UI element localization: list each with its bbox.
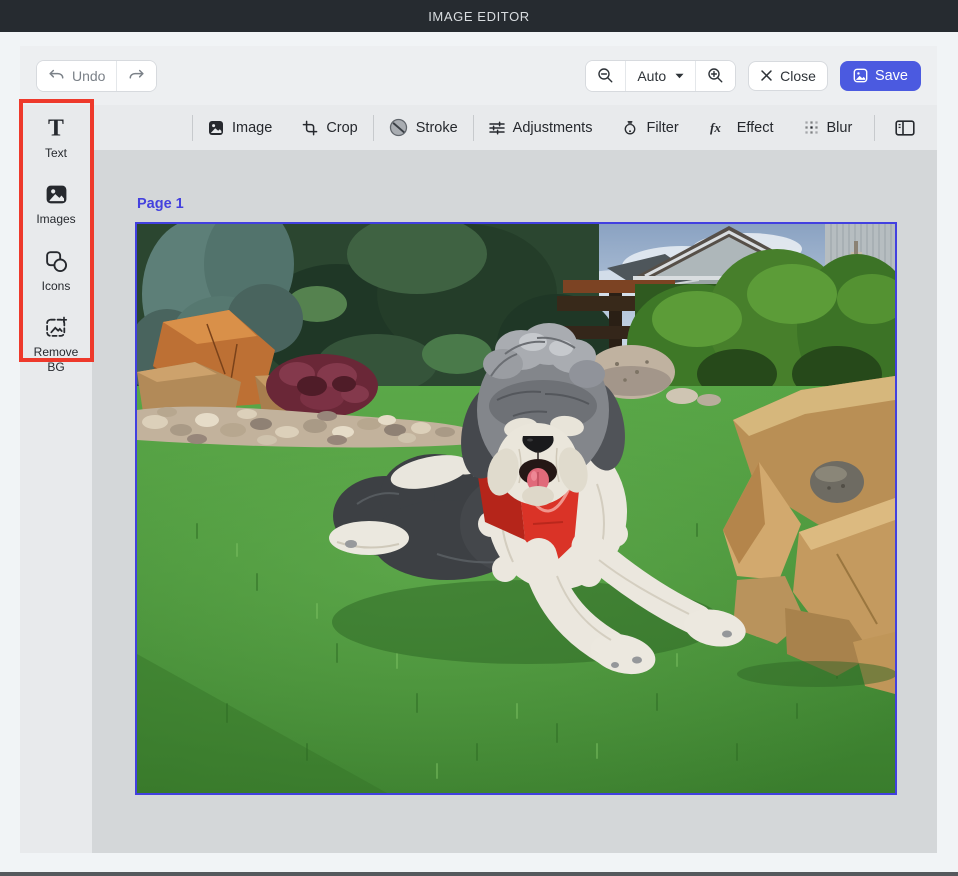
tool-crop-label: Crop [326, 120, 357, 136]
close-label: Close [780, 68, 816, 84]
icons-shapes-icon [44, 249, 69, 274]
edit-toolbar: Undo Auto [20, 46, 937, 105]
svg-text:fx: fx [710, 120, 721, 135]
close-button[interactable]: Close [748, 61, 828, 91]
zoom-group: Auto [585, 60, 736, 92]
toolbar-right-controls: Auto Close [585, 60, 921, 92]
tool-adjustments-label: Adjustments [513, 120, 593, 136]
blur-dots-icon [804, 120, 819, 135]
chevron-down-icon [675, 73, 684, 79]
image-icon [208, 120, 224, 136]
save-label: Save [875, 68, 908, 84]
zoom-out-icon [597, 67, 614, 84]
undo-redo-group: Undo [36, 60, 157, 92]
close-icon [760, 69, 773, 82]
save-image-icon [853, 68, 868, 83]
tool-blur[interactable]: Blur [789, 120, 868, 136]
selected-photo-frame[interactable] [135, 222, 897, 795]
remove-bg-icon [44, 315, 69, 340]
zoom-level-value: Auto [637, 68, 666, 84]
zoom-in-icon [707, 67, 724, 84]
images-icon [44, 182, 69, 207]
divider [874, 115, 875, 141]
image-editor-window: IMAGE EDITOR Undo [0, 0, 958, 876]
side-panel-icon [895, 120, 915, 136]
tool-image[interactable]: Image [193, 120, 287, 136]
undo-label: Undo [72, 68, 105, 84]
zoom-level-dropdown[interactable]: Auto [625, 61, 695, 91]
rail-label-text: Text [45, 146, 67, 160]
rail-item-remove-bg[interactable]: Remove BG [24, 315, 88, 374]
save-button[interactable]: Save [840, 61, 921, 91]
toggle-side-panel-button[interactable] [889, 116, 921, 140]
dog-photo[interactable] [137, 224, 895, 793]
rail-item-icons[interactable]: Icons [24, 249, 88, 293]
undo-icon [48, 69, 65, 82]
tool-filter[interactable]: Filter [607, 120, 693, 136]
rail-label-images: Images [36, 212, 75, 226]
crop-icon [302, 120, 318, 136]
svg-text:T: T [48, 116, 64, 141]
text-icon: T [43, 115, 69, 141]
tool-adjustments[interactable]: Adjustments [474, 120, 608, 136]
tool-stroke-label: Stroke [416, 120, 458, 136]
redo-button[interactable] [116, 61, 156, 91]
undo-button[interactable]: Undo [37, 61, 116, 91]
filter-flask-icon [622, 120, 638, 136]
page-label: Page 1 [137, 196, 184, 212]
tool-filter-label: Filter [646, 120, 678, 136]
titlebar: IMAGE EDITOR [0, 0, 958, 32]
tool-crop[interactable]: Crop [287, 120, 372, 136]
redo-icon [128, 69, 145, 82]
zoom-in-button[interactable] [695, 61, 735, 91]
rail-label-remove-bg: Remove BG [24, 345, 88, 374]
canvas-area: Page 1 [92, 150, 937, 853]
tool-rail: T Text Images Icons Remov [20, 105, 92, 853]
tool-image-label: Image [232, 120, 272, 136]
purple-shrub [266, 354, 378, 418]
adjustments-icon [489, 120, 505, 136]
tool-effect[interactable]: fx Effect [694, 120, 789, 136]
rail-item-images[interactable]: Images [24, 182, 88, 226]
window-bottom-edge [0, 872, 958, 876]
window-title: IMAGE EDITOR [428, 9, 530, 24]
rail-item-text[interactable]: T Text [24, 115, 88, 160]
tool-effect-label: Effect [737, 120, 774, 136]
effect-fx-icon: fx [709, 120, 729, 135]
tool-stroke[interactable]: Stroke [374, 118, 473, 137]
tool-blur-label: Blur [827, 120, 853, 136]
stroke-icon [389, 118, 408, 137]
zoom-out-button[interactable] [586, 61, 625, 91]
rail-label-icons: Icons [42, 279, 71, 293]
format-toolbar: Image Crop Stroke Adjustments [92, 105, 937, 150]
